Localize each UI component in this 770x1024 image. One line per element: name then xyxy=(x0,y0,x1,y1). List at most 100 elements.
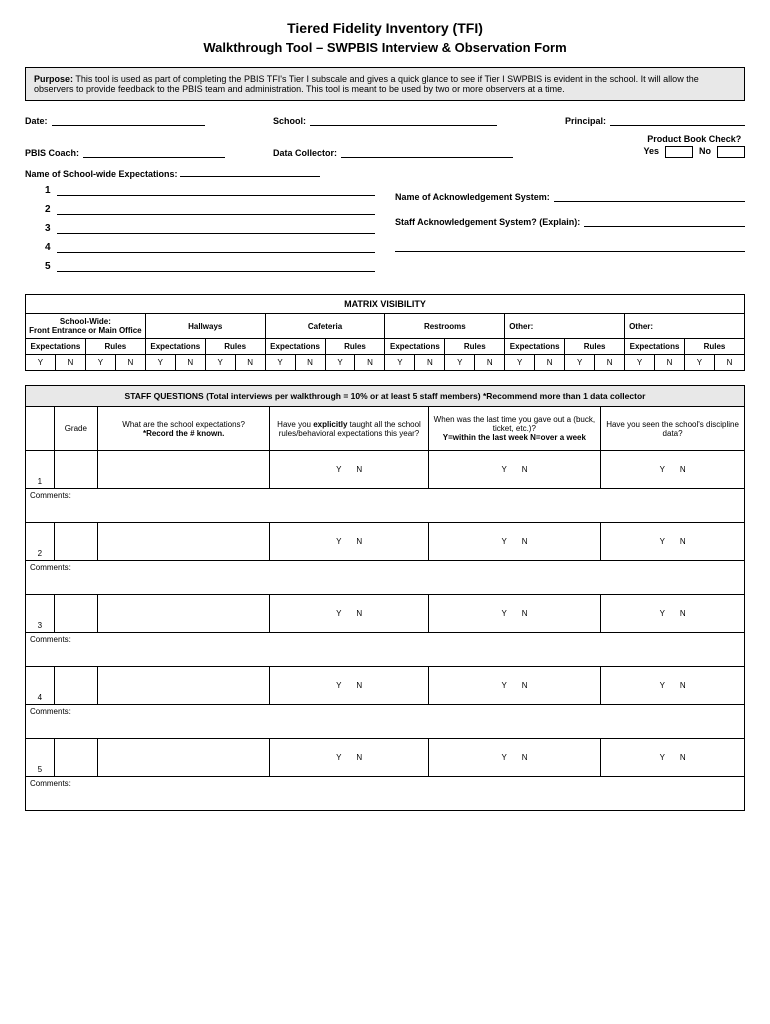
q1-cell[interactable] xyxy=(97,667,270,705)
comments-1[interactable]: Comments: xyxy=(26,489,745,523)
q4-cell[interactable]: Y N xyxy=(601,523,745,561)
yn-cell[interactable]: N xyxy=(235,355,265,371)
comments-3[interactable]: Comments: xyxy=(26,633,745,667)
comments-2[interactable]: Comments: xyxy=(26,561,745,595)
q1-cell[interactable] xyxy=(97,595,270,633)
q1-cell[interactable] xyxy=(97,523,270,561)
yn-cell[interactable]: N xyxy=(535,355,565,371)
exp-num-2: 2 xyxy=(45,204,57,215)
matrix-loc-6[interactable]: Other: xyxy=(625,314,745,339)
exp-num-4: 4 xyxy=(45,242,57,253)
yn-cell[interactable]: Y xyxy=(85,355,115,371)
q3-cell[interactable]: Y N xyxy=(428,523,601,561)
no-checkbox[interactable] xyxy=(717,146,745,158)
exp-num-5: 5 xyxy=(45,261,57,272)
school-input[interactable] xyxy=(310,115,497,126)
q3-cell[interactable]: Y N xyxy=(428,451,601,489)
q3-cell[interactable]: Y N xyxy=(428,739,601,777)
matrix-exp-4: Expectations xyxy=(385,339,445,355)
yn-cell[interactable]: N xyxy=(115,355,145,371)
matrix-exp-6: Expectations xyxy=(625,339,685,355)
q1-cell[interactable] xyxy=(97,739,270,777)
sw-expectations-label: Name of School-wide Expectations: xyxy=(25,169,178,179)
matrix-table: MATRIX VISIBILITY School-Wide:Front Entr… xyxy=(25,294,745,371)
grade-cell[interactable] xyxy=(54,451,97,489)
matrix-rules-1: Rules xyxy=(85,339,145,355)
pbis-coach-input[interactable] xyxy=(83,147,225,158)
exp-line-4[interactable] xyxy=(57,242,375,253)
yn-cell[interactable]: N xyxy=(295,355,325,371)
q3-header: When was the last time you gave out a (b… xyxy=(428,407,601,451)
yn-cell[interactable]: Y xyxy=(26,355,56,371)
q4-cell[interactable]: Y N xyxy=(601,595,745,633)
yn-cell[interactable]: N xyxy=(714,355,744,371)
pbis-coach-label: PBIS Coach: xyxy=(25,148,79,158)
yn-cell[interactable]: Y xyxy=(205,355,235,371)
matrix-loc-4: Restrooms xyxy=(385,314,505,339)
q4-cell[interactable]: Y N xyxy=(601,451,745,489)
q2-cell[interactable]: Y N xyxy=(270,523,428,561)
yn-cell[interactable]: Y xyxy=(265,355,295,371)
exp-line-2[interactable] xyxy=(57,204,375,215)
matrix-exp-3: Expectations xyxy=(265,339,325,355)
product-book-check: Product Book Check? Yes No xyxy=(643,134,745,158)
q2-cell[interactable]: Y N xyxy=(270,451,428,489)
exp-line-5[interactable] xyxy=(57,261,375,272)
yn-cell[interactable]: N xyxy=(55,355,85,371)
q4-cell[interactable]: Y N xyxy=(601,739,745,777)
staff-ack-input[interactable] xyxy=(584,216,745,227)
q1-cell[interactable] xyxy=(97,451,270,489)
staff-row-num-5: 5 xyxy=(26,739,55,777)
q3-cell[interactable]: Y N xyxy=(428,595,601,633)
yn-cell[interactable]: Y xyxy=(145,355,175,371)
exp-line-1[interactable] xyxy=(57,185,375,196)
yn-cell[interactable]: Y xyxy=(684,355,714,371)
q2-cell[interactable]: Y N xyxy=(270,667,428,705)
yn-cell[interactable]: N xyxy=(475,355,505,371)
matrix-loc-5[interactable]: Other: xyxy=(505,314,625,339)
yn-cell[interactable]: Y xyxy=(325,355,355,371)
q3-cell[interactable]: Y N xyxy=(428,667,601,705)
yn-cell[interactable]: N xyxy=(355,355,385,371)
staff-row-num-1: 1 xyxy=(26,451,55,489)
matrix-loc-2: Hallways xyxy=(145,314,265,339)
yn-cell[interactable]: Y xyxy=(625,355,655,371)
comments-5[interactable]: Comments: xyxy=(26,777,745,811)
matrix-title: MATRIX VISIBILITY xyxy=(26,295,745,314)
principal-input[interactable] xyxy=(610,115,745,126)
ack-system-input[interactable] xyxy=(554,191,745,202)
ack-system-label: Name of Acknowledgement System: xyxy=(395,192,550,202)
matrix-rules-5: Rules xyxy=(565,339,625,355)
grade-header: Grade xyxy=(54,407,97,451)
yn-cell[interactable]: Y xyxy=(385,355,415,371)
grade-cell[interactable] xyxy=(54,667,97,705)
comments-4[interactable]: Comments: xyxy=(26,705,745,739)
grade-cell[interactable] xyxy=(54,523,97,561)
yn-cell[interactable]: N xyxy=(415,355,445,371)
matrix-rules-3: Rules xyxy=(325,339,385,355)
yes-checkbox[interactable] xyxy=(665,146,693,158)
q2-cell[interactable]: Y N xyxy=(270,595,428,633)
q2-cell[interactable]: Y N xyxy=(270,739,428,777)
matrix-rules-2: Rules xyxy=(205,339,265,355)
date-label: Date: xyxy=(25,116,48,126)
grade-cell[interactable] xyxy=(54,739,97,777)
staff-row-num-4: 4 xyxy=(26,667,55,705)
product-book-check-label: Product Book Check? xyxy=(647,134,741,144)
q4-cell[interactable]: Y N xyxy=(601,667,745,705)
date-input[interactable] xyxy=(52,115,205,126)
yn-cell[interactable]: Y xyxy=(505,355,535,371)
yn-cell[interactable]: N xyxy=(175,355,205,371)
yn-cell[interactable]: Y xyxy=(565,355,595,371)
data-collector-input[interactable] xyxy=(341,147,513,158)
yn-cell[interactable]: N xyxy=(595,355,625,371)
yn-cell[interactable]: N xyxy=(655,355,685,371)
exp-num-1: 1 xyxy=(45,185,57,196)
page-subtitle: Walkthrough Tool – SWPBIS Interview & Ob… xyxy=(25,40,745,55)
staff-ack-input-2[interactable] xyxy=(395,241,745,252)
exp-line-3[interactable] xyxy=(57,223,375,234)
grade-cell[interactable] xyxy=(54,595,97,633)
yn-cell[interactable]: Y xyxy=(445,355,475,371)
matrix-exp-2: Expectations xyxy=(145,339,205,355)
sw-expectations-input[interactable] xyxy=(180,166,320,177)
